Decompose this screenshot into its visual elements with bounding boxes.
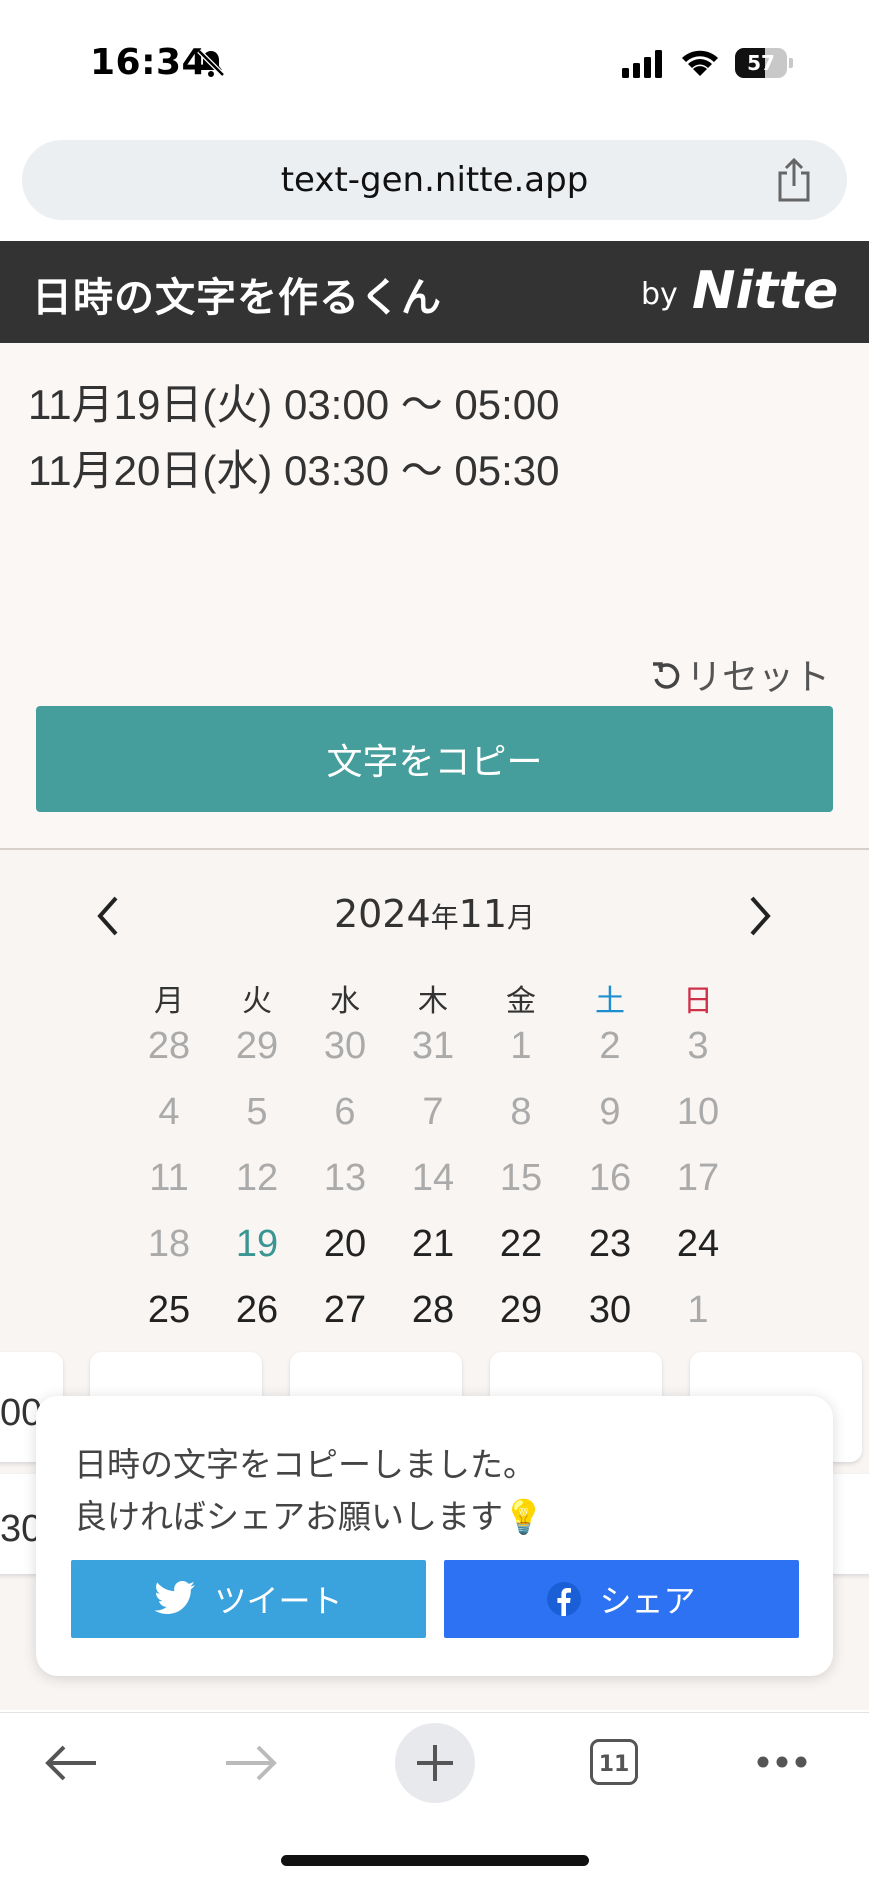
reset-button[interactable]: リセット xyxy=(650,648,830,700)
reset-label: リセット xyxy=(686,657,831,698)
weekday-header: 火 xyxy=(242,984,272,1019)
calendar-day[interactable]: 29 xyxy=(481,1282,561,1338)
calendar-day: 3 xyxy=(687,1025,709,1067)
calendar-day: 14 xyxy=(411,1157,455,1199)
weekday-header: 金 xyxy=(506,984,536,1019)
calendar-day: 1 xyxy=(687,1289,709,1331)
calendar-day[interactable]: 22 xyxy=(481,1216,561,1272)
calendar-day[interactable]: 25 xyxy=(129,1282,209,1338)
address-bar[interactable]: text-gen.nitte.app xyxy=(22,140,847,220)
weekday-header: 月 xyxy=(154,984,184,1019)
url-text[interactable]: text-gen.nitte.app xyxy=(22,140,847,220)
calendar-day: 12 xyxy=(235,1157,279,1199)
calendar-day: 16 xyxy=(588,1157,632,1199)
facebook-share-button[interactable]: シェア xyxy=(444,1560,799,1638)
home-indicator xyxy=(281,1855,589,1866)
calendar-day: 11 xyxy=(149,1157,189,1199)
calendar-day: 13 xyxy=(323,1157,367,1199)
popup-message-line2: 良ければシェアお願いします💡 xyxy=(74,1497,545,1536)
cellular-signal-icon xyxy=(622,50,662,78)
calendar-day[interactable]: 24 xyxy=(658,1216,738,1272)
wifi-icon xyxy=(682,50,718,76)
weekday-header: 日 xyxy=(683,984,713,1019)
calendar-day[interactable]: 28 xyxy=(393,1282,473,1338)
output-line: 11月19日(火) 03:00 〜 05:00 xyxy=(28,381,560,428)
calendar-day: 18 xyxy=(147,1223,191,1265)
battery-level: 57 xyxy=(747,51,775,75)
browser-toolbar: 11 xyxy=(0,1712,869,1885)
facebook-icon xyxy=(547,1582,582,1616)
calendar-day: 30 xyxy=(323,1025,367,1067)
calendar-day[interactable]: 27 xyxy=(305,1282,385,1338)
calendar-day: 29 xyxy=(235,1025,279,1067)
nitte-logo[interactable]: Nitte xyxy=(692,261,838,321)
output-line: 11月20日(水) 03:30 〜 05:30 xyxy=(28,447,560,494)
calendar-day[interactable]: 30 xyxy=(570,1282,650,1338)
calendar-day: 7 xyxy=(422,1091,444,1133)
calendar-day: 17 xyxy=(676,1157,720,1199)
calendar-day[interactable]: 21 xyxy=(393,1216,473,1272)
status-bar: 16:34 57 xyxy=(0,0,869,130)
calendar-day[interactable]: 20 xyxy=(305,1216,385,1272)
weekday-header: 木 xyxy=(418,984,448,1019)
site-title[interactable]: 日時の文字を作るくん xyxy=(32,265,442,323)
weekday-header: 水 xyxy=(330,984,360,1019)
output-area: 11月19日(火) 03:00 〜 05:00 11月20日(水) 03:30 … xyxy=(0,343,869,850)
reset-icon xyxy=(653,662,680,689)
more-options-icon[interactable] xyxy=(756,1755,808,1769)
calendar-day: 31 xyxy=(411,1025,455,1067)
chevron-right-icon[interactable] xyxy=(746,894,776,938)
calendar-day: 2 xyxy=(599,1025,621,1067)
weekday-header: 土 xyxy=(595,984,625,1019)
status-time: 16:34 xyxy=(90,42,208,83)
calendar-day[interactable]: 23 xyxy=(570,1216,650,1272)
by-label: by xyxy=(641,277,678,312)
calendar-day: 5 xyxy=(246,1091,268,1133)
calendar-day: 10 xyxy=(676,1091,720,1133)
new-tab-button[interactable] xyxy=(395,1723,475,1803)
tweet-button[interactable]: ツイート xyxy=(71,1560,426,1638)
calendar-day-selected[interactable]: 19 xyxy=(217,1216,297,1272)
tabs-count-button[interactable]: 11 xyxy=(590,1739,638,1785)
calendar-day: 28 xyxy=(147,1025,191,1067)
share-icon[interactable] xyxy=(774,158,814,202)
bell-muted-icon xyxy=(197,49,225,77)
popup-message-line1: 日時の文字をコピーしました。 xyxy=(74,1445,536,1484)
tweet-label: ツイート xyxy=(214,1583,343,1619)
calendar-month-label: 2024年11月 xyxy=(333,892,536,936)
facebook-share-label: シェア xyxy=(599,1583,696,1619)
share-popup: 日時の文字をコピーしました。 良ければシェアお願いします💡 ツイート シェア xyxy=(36,1396,833,1676)
battery-icon: 57 xyxy=(735,48,795,78)
site-header: 日時の文字を作るくん by Nitte xyxy=(0,241,869,343)
calendar-day: 1 xyxy=(510,1025,532,1067)
calendar-day: 6 xyxy=(334,1091,356,1133)
calendar-day: 8 xyxy=(510,1091,532,1133)
calendar-day: 9 xyxy=(599,1091,621,1133)
calendar-day: 15 xyxy=(499,1157,543,1199)
back-arrow-icon[interactable] xyxy=(44,1743,98,1783)
plus-icon xyxy=(417,1745,453,1781)
twitter-bird-icon xyxy=(154,1581,196,1614)
forward-arrow-icon[interactable] xyxy=(224,1743,278,1783)
copy-text-button[interactable]: 文字をコピー xyxy=(36,706,833,812)
calendar-day[interactable]: 26 xyxy=(217,1282,297,1338)
calendar-day: 4 xyxy=(158,1091,180,1133)
